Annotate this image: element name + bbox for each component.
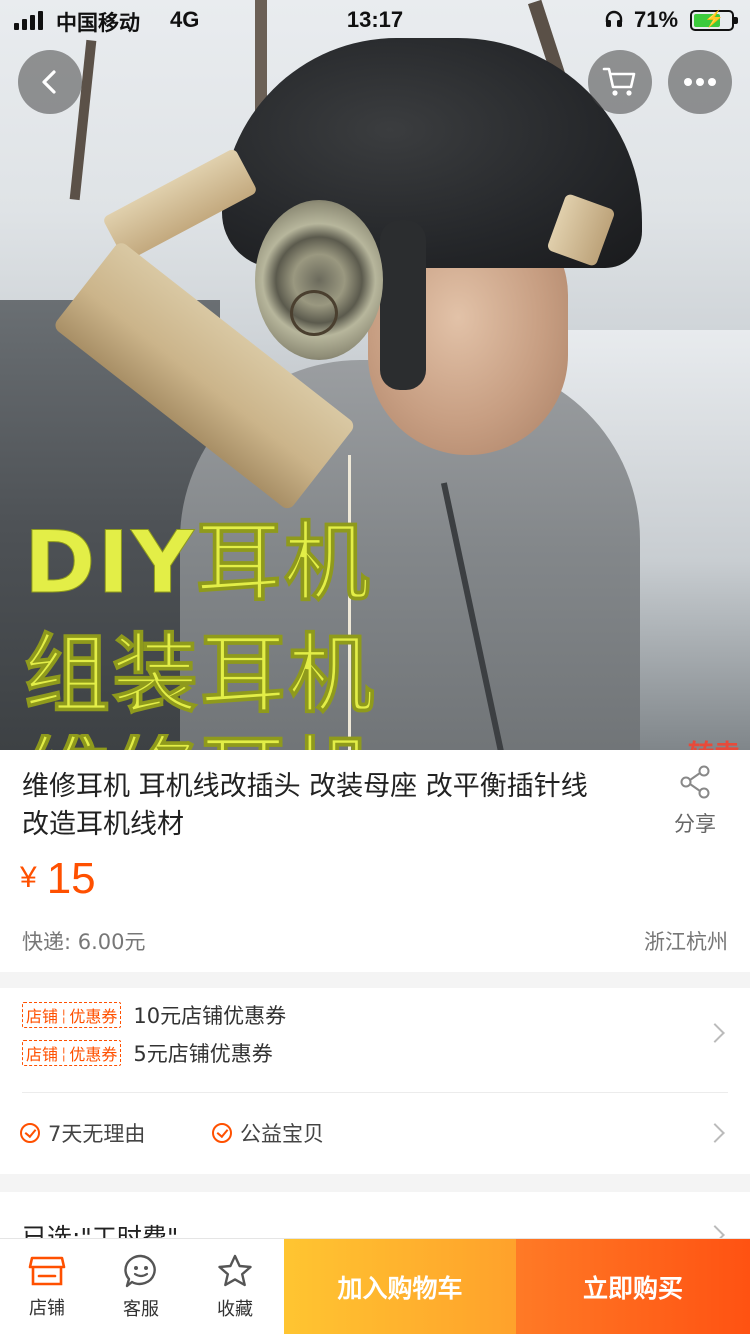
coupon-row[interactable]: 店铺 ¦ 优惠券 5元店铺优惠券 bbox=[22, 1038, 273, 1068]
star-icon bbox=[218, 1254, 252, 1287]
back-button[interactable] bbox=[18, 50, 82, 114]
shipping-fee: 快递: 6.00元 bbox=[22, 930, 146, 954]
cart-icon bbox=[602, 67, 636, 96]
bottom-action-bar: 店铺 客服 收藏 加入购物车 立即购买 bbox=[0, 1238, 750, 1334]
service-guarantee[interactable]: 公益宝贝 bbox=[212, 1118, 324, 1148]
price-value: 15 bbox=[46, 854, 96, 903]
share-button[interactable]: 分享 bbox=[660, 764, 730, 838]
image-caption-line2: 组装耳机 bbox=[24, 625, 376, 725]
coupon-row[interactable]: 店铺 ¦ 优惠券 10元店铺优惠券 bbox=[22, 1000, 286, 1030]
image-caption-line3: 维修耳机 bbox=[24, 734, 376, 750]
image-speaker bbox=[255, 200, 383, 360]
coupon-text: 10元店铺优惠券 bbox=[133, 1004, 287, 1028]
service-guarantee[interactable]: 7天无理由 bbox=[20, 1118, 145, 1148]
chevron-right-icon[interactable] bbox=[705, 1023, 725, 1043]
more-icon bbox=[684, 78, 716, 86]
service-label: 7天无理由 bbox=[48, 1122, 146, 1146]
back-icon bbox=[42, 70, 56, 94]
customer-service-button[interactable]: 客服 bbox=[94, 1239, 188, 1334]
image-watermark: 转卖 bbox=[688, 734, 740, 750]
cart-button[interactable] bbox=[588, 50, 652, 114]
product-info: 维修耳机 耳机线改插头 改装母座 改平衡插针线 改造耳机线材 分享 ¥15 快递… bbox=[0, 750, 750, 972]
image-string bbox=[290, 290, 338, 336]
headphone-icon bbox=[604, 9, 624, 35]
battery-percent: 71% bbox=[634, 7, 679, 32]
customer-service-label: 客服 bbox=[123, 1299, 159, 1320]
image-earflap bbox=[380, 220, 426, 390]
price: ¥15 bbox=[20, 854, 96, 904]
product-image[interactable]: DIY耳机 组装耳机 维修耳机 转卖 bbox=[0, 0, 750, 750]
chevron-right-icon[interactable] bbox=[705, 1123, 725, 1143]
divider bbox=[22, 1092, 728, 1093]
store-button[interactable]: 店铺 bbox=[0, 1239, 94, 1334]
service-label: 公益宝贝 bbox=[240, 1122, 324, 1146]
buy-now-button[interactable]: 立即购买 bbox=[516, 1239, 750, 1334]
status-bar: 中国移动 4G 13:17 71% ⚡ bbox=[0, 0, 750, 40]
image-caption-line1: DIY耳机 bbox=[24, 513, 372, 613]
store-icon bbox=[28, 1256, 66, 1286]
more-button[interactable] bbox=[668, 50, 732, 114]
favorite-button[interactable]: 收藏 bbox=[188, 1239, 282, 1334]
share-icon bbox=[680, 765, 710, 799]
store-label: 店铺 bbox=[29, 1298, 65, 1319]
add-to-cart-button[interactable]: 加入购物车 bbox=[284, 1239, 516, 1334]
currency-symbol: ¥ bbox=[20, 861, 37, 894]
battery-charging-icon: ⚡ bbox=[690, 10, 738, 31]
favorite-label: 收藏 bbox=[217, 1299, 253, 1320]
check-circle-icon bbox=[212, 1123, 232, 1143]
ship-from-location: 浙江杭州 bbox=[644, 930, 728, 954]
promotions-panel: 店铺 ¦ 优惠券 10元店铺优惠券 店铺 ¦ 优惠券 5元店铺优惠券 7天无理由 公益宝… bbox=[0, 988, 750, 1174]
chat-face-icon bbox=[124, 1254, 156, 1288]
coupon-tag: 店铺 ¦ 优惠券 bbox=[22, 1040, 122, 1066]
product-title: 维修耳机 耳机线改插头 改装母座 改平衡插针线 改造耳机线材 bbox=[22, 771, 588, 840]
coupon-text: 5元店铺优惠券 bbox=[133, 1042, 273, 1066]
coupon-tag: 店铺 ¦ 优惠券 bbox=[22, 1002, 122, 1028]
share-label: 分享 bbox=[674, 812, 716, 836]
check-circle-icon bbox=[20, 1123, 40, 1143]
